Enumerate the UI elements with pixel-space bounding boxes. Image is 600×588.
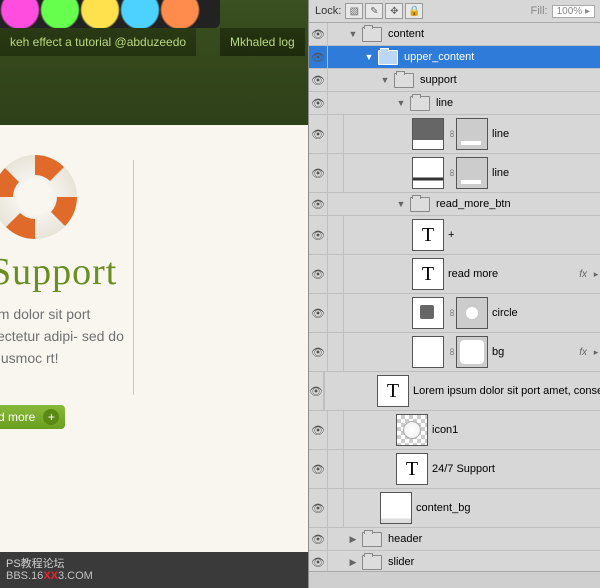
layer-thumbnail xyxy=(412,297,444,329)
layer-thumbnail xyxy=(396,414,428,446)
watermark-line2: BBS.16XX3.COM xyxy=(6,570,93,582)
vector-mask xyxy=(456,336,488,368)
link-icon: 𝟾 xyxy=(448,336,456,368)
layer-readmore-group[interactable]: 👁 ▼read_more_btn xyxy=(309,193,600,216)
layer-header-group[interactable]: 👁 ▶header xyxy=(309,528,600,551)
folder-icon xyxy=(378,50,398,65)
bokeh-thumbnail xyxy=(0,0,220,28)
layer-icon1[interactable]: 👁 icon1 xyxy=(309,411,600,450)
vector-mask xyxy=(456,157,488,189)
layer-readmore-text[interactable]: 👁 Tread morefx▸ xyxy=(309,255,600,294)
lock-position-button[interactable]: ✥ xyxy=(385,3,403,19)
link-icon: 𝟾 xyxy=(448,157,456,189)
folder-icon xyxy=(362,555,382,570)
text-layer-icon: T xyxy=(377,375,409,407)
browser-tab-2[interactable]: Mkhaled log xyxy=(220,28,305,56)
layers-tree: 👁 ▼content 👁 ▼upper_content 👁 ▼support 👁… xyxy=(309,23,600,574)
folder-icon xyxy=(410,197,430,212)
text-layer-icon: T xyxy=(412,258,444,290)
plus-icon: + xyxy=(43,409,59,425)
page-body: Support um dolor sit port sectetur adipi… xyxy=(0,125,308,588)
vertical-divider xyxy=(133,160,134,395)
visibility-toggle[interactable]: 👁 xyxy=(309,216,328,254)
visibility-toggle[interactable]: 👁 xyxy=(309,294,328,332)
layers-panel: Lock: ▧ ✎ ✥ 🔒 Fill: 100% ▸ 👁 ▼content 👁 … xyxy=(308,0,600,588)
visibility-toggle[interactable]: 👁 xyxy=(309,411,328,449)
layer-line-1[interactable]: 👁 𝟾line xyxy=(309,115,600,154)
lock-all-button[interactable]: 🔒 xyxy=(405,3,423,19)
browser-chrome: keh effect a tutorial @abduzeedo Mkhaled… xyxy=(0,0,308,125)
read-more-button[interactable]: d more + xyxy=(0,405,65,429)
lifesaver-icon xyxy=(0,147,80,242)
link-icon: 𝟾 xyxy=(448,297,456,329)
visibility-toggle[interactable]: 👁 xyxy=(309,92,328,114)
layer-support-text[interactable]: 👁 T24/7 Support xyxy=(309,450,600,489)
layer-circle[interactable]: 👁 𝟾circle xyxy=(309,294,600,333)
visibility-toggle[interactable]: 👁 xyxy=(309,372,324,410)
lock-transparent-button[interactable]: ▧ xyxy=(345,3,363,19)
browser-tab-1[interactable]: keh effect a tutorial @abduzeedo xyxy=(0,28,196,56)
visibility-toggle[interactable]: 👁 xyxy=(309,333,328,371)
text-layer-icon: T xyxy=(412,219,444,251)
visibility-toggle[interactable]: 👁 xyxy=(309,23,328,45)
folder-icon xyxy=(362,27,382,42)
fill-value-input[interactable]: 100% ▸ xyxy=(552,5,595,18)
visibility-toggle[interactable]: 👁 xyxy=(309,154,328,192)
design-canvas: keh effect a tutorial @abduzeedo Mkhaled… xyxy=(0,0,308,588)
visibility-toggle[interactable]: 👁 xyxy=(309,115,328,153)
layer-support-group[interactable]: 👁 ▼support xyxy=(309,69,600,92)
visibility-toggle[interactable]: 👁 xyxy=(309,193,328,215)
read-more-label: d more xyxy=(0,410,35,424)
layer-bg[interactable]: 👁 𝟾bgfx▸ xyxy=(309,333,600,372)
visibility-toggle[interactable]: 👁 xyxy=(309,489,328,527)
vector-mask xyxy=(456,297,488,329)
layer-upper-content-group[interactable]: 👁 ▼upper_content xyxy=(309,46,600,69)
watermark-line1: PS教程论坛 xyxy=(6,555,65,571)
fill-label: Fill: xyxy=(531,5,548,17)
support-body-text: um dolor sit port sectetur adipi- sed do… xyxy=(0,303,140,369)
layer-plus-text[interactable]: 👁 T+ xyxy=(309,216,600,255)
support-heading: Support xyxy=(0,250,117,294)
visibility-toggle[interactable]: 👁 xyxy=(309,69,328,91)
layer-lorem-text[interactable]: 👁 TLorem ipsum dolor sit port amet, cons… xyxy=(309,372,600,411)
layer-thumbnail xyxy=(412,336,444,368)
fx-badge[interactable]: fx xyxy=(579,269,587,280)
folder-icon xyxy=(394,73,414,88)
visibility-toggle[interactable]: 👁 xyxy=(309,551,328,573)
layer-thumbnail xyxy=(380,492,412,524)
lock-paint-button[interactable]: ✎ xyxy=(365,3,383,19)
layer-thumbnail xyxy=(412,118,444,150)
visibility-toggle[interactable]: 👁 xyxy=(309,46,328,68)
watermark: PS教程论坛 BBS.16XX3.COM xyxy=(0,552,308,588)
lock-label: Lock: xyxy=(315,5,341,17)
panel-footer xyxy=(309,571,600,588)
vector-mask xyxy=(456,118,488,150)
layer-line-group[interactable]: 👁 ▼line xyxy=(309,92,600,115)
lock-bar: Lock: ▧ ✎ ✥ 🔒 Fill: 100% ▸ xyxy=(309,0,600,23)
layer-content-group[interactable]: 👁 ▼content xyxy=(309,23,600,46)
visibility-toggle[interactable]: 👁 xyxy=(309,528,328,550)
folder-icon xyxy=(362,532,382,547)
layer-line-2[interactable]: 👁 𝟾line xyxy=(309,154,600,193)
folder-icon xyxy=(410,96,430,111)
layer-thumbnail xyxy=(412,157,444,189)
fx-badge[interactable]: fx xyxy=(579,347,587,358)
link-icon: 𝟾 xyxy=(448,118,456,150)
text-layer-icon: T xyxy=(396,453,428,485)
visibility-toggle[interactable]: 👁 xyxy=(309,255,328,293)
visibility-toggle[interactable]: 👁 xyxy=(309,450,328,488)
layer-content-bg[interactable]: 👁 content_bg xyxy=(309,489,600,528)
